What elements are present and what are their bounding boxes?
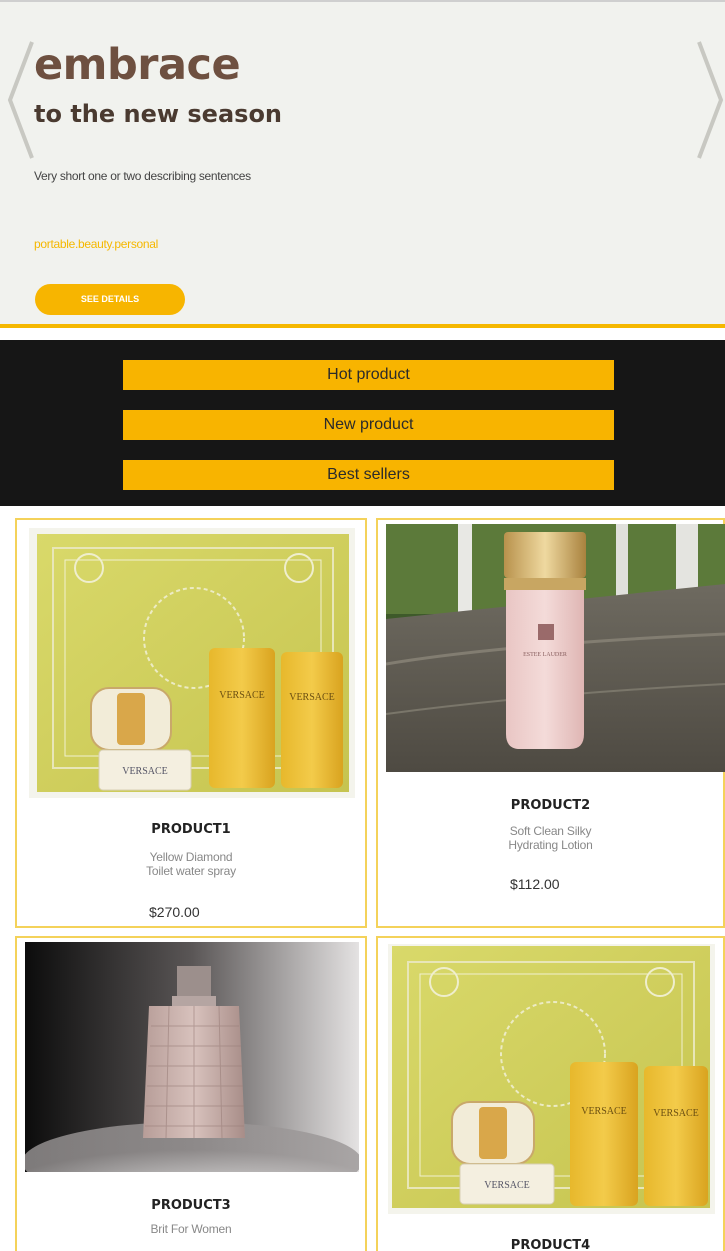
product-description-line: Brit For Women [150,1222,232,1236]
product-image[interactable] [25,942,359,1172]
product-filter-nav: Hot product New product Best sellers [0,340,725,506]
product-price: $270.00 [149,904,200,920]
product-description: Soft Clean Silky Hydrating Lotion [378,824,723,852]
product-description: Yellow Diamond Toilet water spray [17,850,365,878]
product-card[interactable]: VERSACE VERSACE VERSACE PRODUCT4 [376,936,725,1251]
product-name[interactable]: PRODUCT3 [17,1198,365,1213]
product-description-line: Soft Clean Silky [509,824,592,838]
product-name[interactable]: PRODUCT4 [378,1238,723,1251]
product-description-line: Hydrating Lotion [508,838,593,852]
hero-divider [0,324,725,328]
product-card[interactable]: VERSACE VERSACE VERSACE PRODUCT1 Yellow … [15,518,367,928]
product-description-line: Yellow Diamond [149,850,233,864]
product-name[interactable]: PRODUCT1 [17,822,365,837]
product-image[interactable]: ESTEE LAUDER [386,524,725,772]
svg-text:ESTEE LAUDER: ESTEE LAUDER [523,652,567,658]
product-image[interactable]: VERSACE VERSACE VERSACE [29,528,355,798]
hero-subtitle: to the new season [34,100,283,128]
new-product-button[interactable]: New product [123,410,614,440]
svg-text:VERSACE: VERSACE [289,692,335,703]
chevron-right-icon[interactable] [695,38,725,162]
product-name[interactable]: PRODUCT2 [378,798,723,813]
product-description: Brit For Women [17,1222,365,1236]
product-image[interactable]: VERSACE VERSACE VERSACE [388,944,715,1214]
see-details-button[interactable]: SEE DETAILS [35,284,185,315]
svg-text:VERSACE: VERSACE [122,766,168,777]
product-description-line: Toilet water spray [146,864,236,878]
hero-title: embrace [34,40,241,90]
chevron-left-icon[interactable] [6,38,36,162]
hero-banner: embrace to the new season Very short one… [0,0,725,328]
svg-text:VERSACE: VERSACE [219,690,265,701]
hero-tags[interactable]: portable.beauty.personal [34,237,158,251]
hot-product-button[interactable]: Hot product [123,360,614,390]
hero-description: Very short one or two describing sentenc… [34,169,251,183]
best-sellers-button[interactable]: Best sellers [123,460,614,490]
product-card[interactable]: PRODUCT3 Brit For Women [15,936,367,1251]
svg-text:VERSACE: VERSACE [484,1180,530,1191]
product-card[interactable]: ESTEE LAUDER PRODUCT2 Soft Clean Silky H… [376,518,725,928]
svg-text:VERSACE: VERSACE [653,1108,699,1119]
svg-text:VERSACE: VERSACE [581,1106,627,1117]
product-price: $112.00 [510,876,560,892]
